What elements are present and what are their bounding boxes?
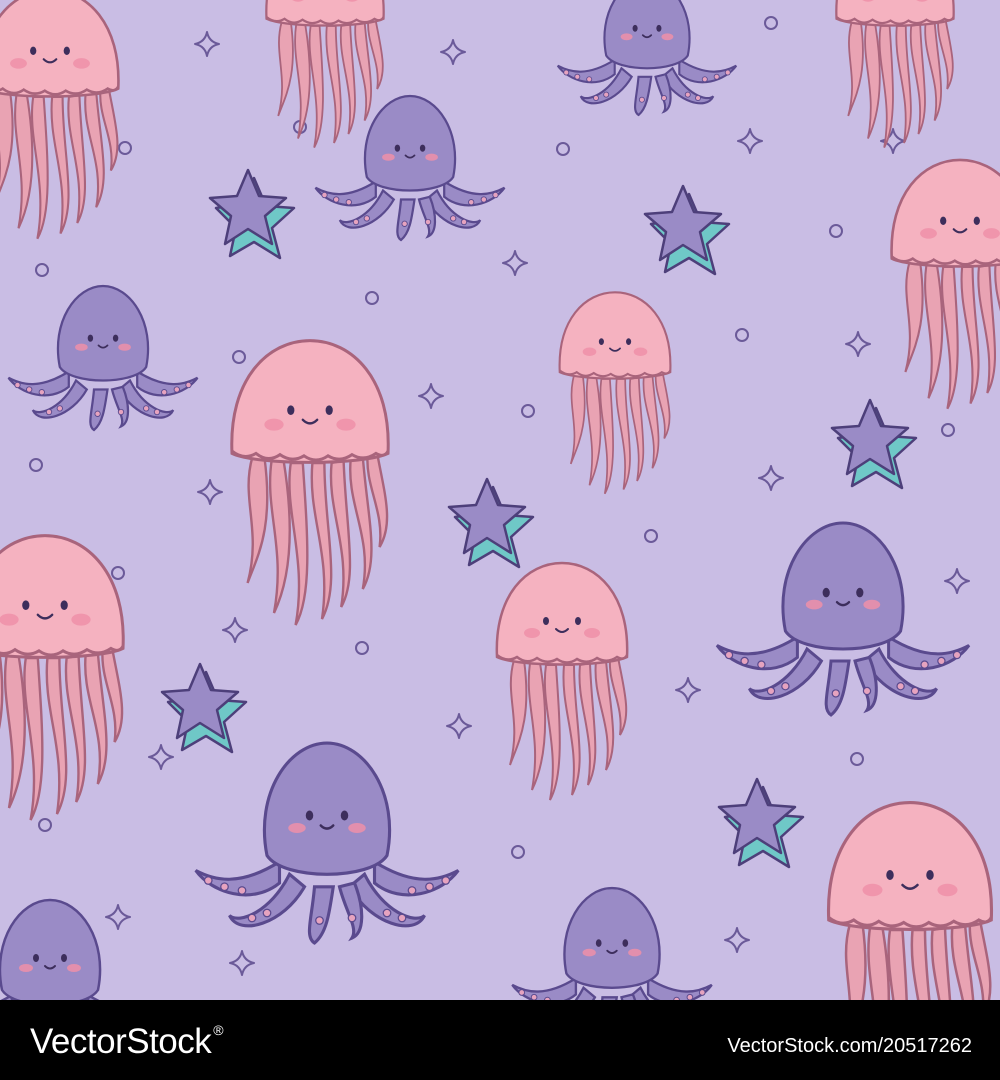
trademark-symbol: ® bbox=[213, 1022, 224, 1038]
brand-name: VectorStock bbox=[30, 1022, 212, 1061]
vectorstock-logo: VectorStock ® bbox=[30, 1022, 224, 1062]
sea-creatures-pattern: .oct-head, .oct-arms path { fill: #9a8bc… bbox=[0, 0, 1000, 1000]
watermark-footer: VectorStock ® VectorStock.com/20517262 bbox=[0, 1000, 1000, 1080]
image-credit: VectorStock.com/20517262 bbox=[727, 1035, 972, 1057]
pattern-canvas: .oct-head, .oct-arms path { fill: #9a8bc… bbox=[0, 0, 1000, 1000]
